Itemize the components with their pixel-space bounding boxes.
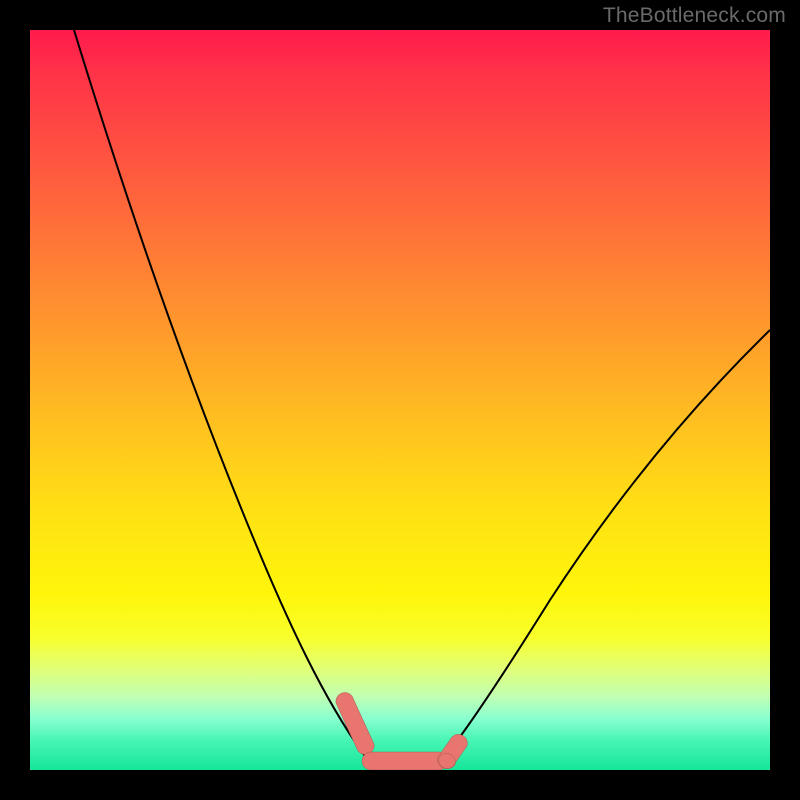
marker-blob-right (438, 734, 468, 768)
chart-frame: TheBottleneck.com (0, 0, 800, 800)
optimum-markers (336, 692, 468, 770)
watermark-text: TheBottleneck.com (603, 4, 786, 28)
left-bottleneck-curve (74, 30, 374, 767)
curves-layer (30, 30, 770, 770)
marker-blob-left (336, 692, 374, 754)
marker-blob-bottom (362, 752, 448, 770)
plot-area (30, 30, 770, 770)
right-bottleneck-curve (438, 330, 770, 765)
